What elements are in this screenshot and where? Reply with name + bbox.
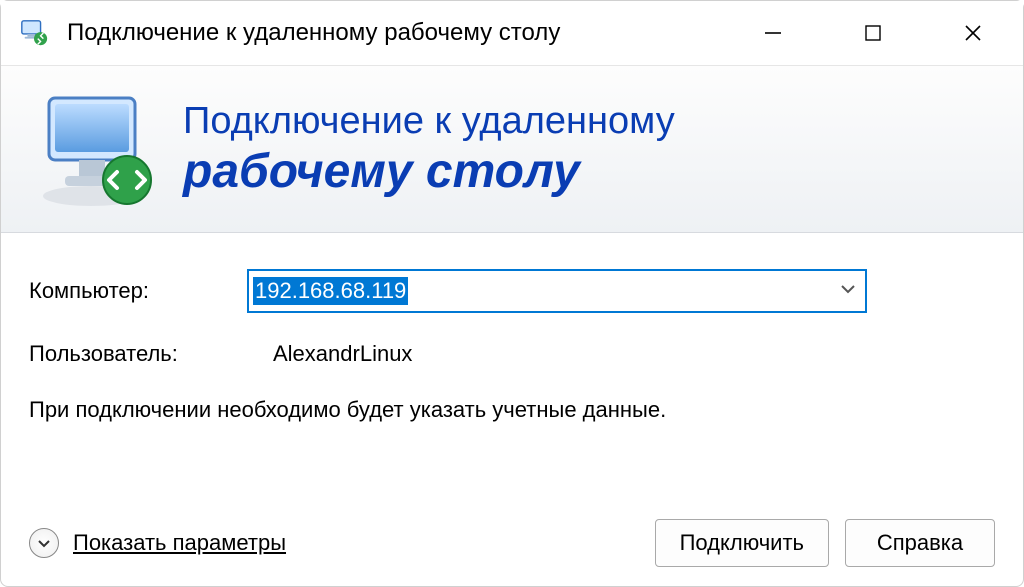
header-band: Подключение к удаленному рабочему столу: [1, 65, 1023, 233]
rdp-icon: [19, 18, 49, 48]
connect-button[interactable]: Подключить: [655, 519, 829, 567]
help-button[interactable]: Справка: [845, 519, 995, 567]
titlebar[interactable]: Подключение к удаленному рабочему столу: [1, 1, 1023, 65]
show-options-toggle[interactable]: Показать параметры: [29, 528, 286, 558]
rdp-large-icon: [31, 84, 161, 214]
credentials-hint: При подключении необходимо будет указать…: [29, 395, 749, 425]
user-label: Пользователь:: [29, 341, 247, 367]
computer-input[interactable]: [247, 269, 867, 313]
body-area: Компьютер: 192.168.68.119 Пользователь: …: [1, 233, 1023, 500]
user-value: AlexandrLinux: [273, 341, 412, 367]
computer-combobox[interactable]: 192.168.68.119: [247, 269, 867, 313]
chevron-down-circle-icon: [29, 528, 59, 558]
show-options-label: Показать параметры: [73, 530, 286, 556]
maximize-button[interactable]: [823, 1, 923, 65]
header-line1: Подключение к удаленному: [183, 101, 675, 143]
footer: Показать параметры Подключить Справка: [1, 500, 1023, 586]
computer-label: Компьютер:: [29, 278, 247, 304]
rdp-dialog: Подключение к удаленному рабочему столу: [0, 0, 1024, 587]
minimize-button[interactable]: [723, 1, 823, 65]
window-title: Подключение к удаленному рабочему столу: [67, 19, 723, 47]
header-line2: рабочему столу: [183, 147, 675, 197]
window-controls: [723, 1, 1023, 65]
close-button[interactable]: [923, 1, 1023, 65]
